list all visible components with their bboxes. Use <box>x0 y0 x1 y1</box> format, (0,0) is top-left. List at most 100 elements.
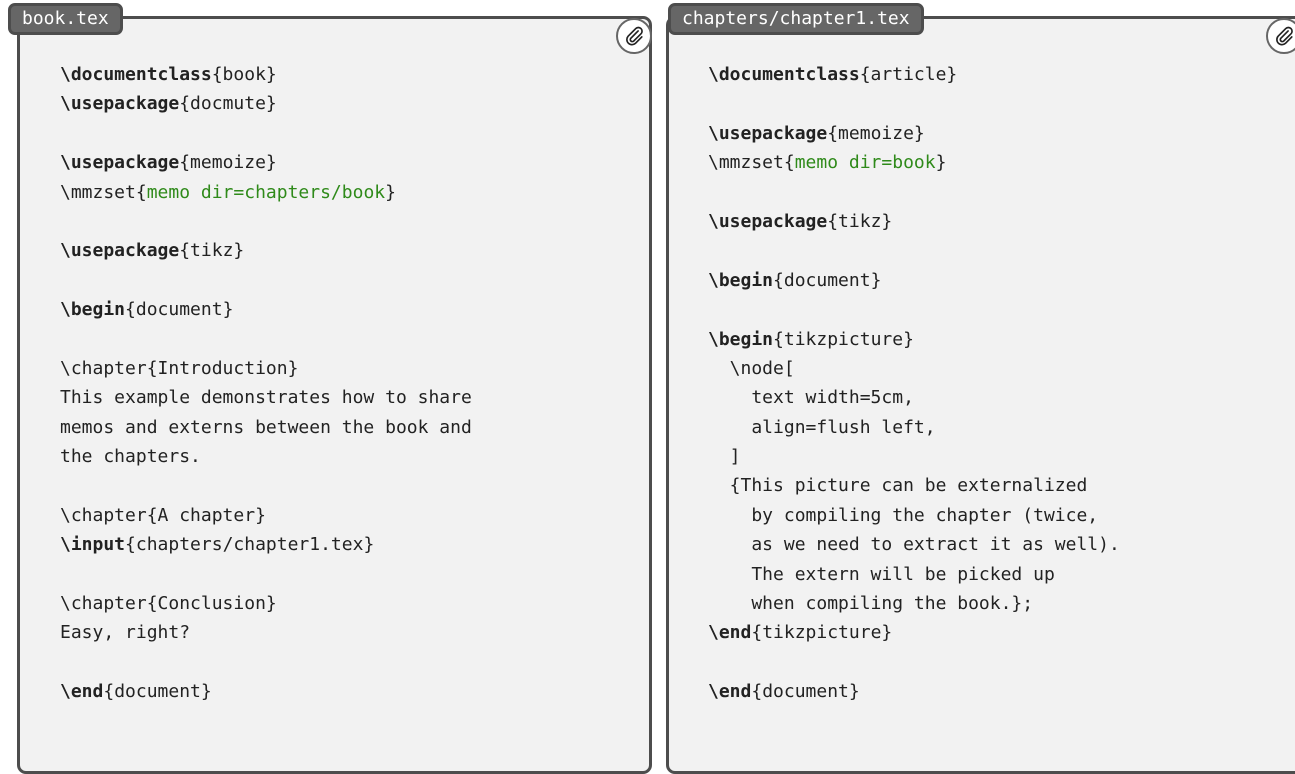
code-option: memo dir=book <box>794 152 936 174</box>
code-text: Easy, right? <box>60 622 191 644</box>
code-line: This example demonstrates how to share <box>60 383 472 412</box>
code-line: \chapter{A chapter} <box>60 501 472 530</box>
paperclip-icon[interactable] <box>1266 18 1295 54</box>
code-line: align=flush left, <box>708 413 1120 442</box>
code-line: \usepackage{memoize} <box>60 148 472 177</box>
code-keyword: \input <box>60 534 126 556</box>
code-line: \usepackage{memoize} <box>708 119 1120 148</box>
code-keyword: \begin <box>708 328 774 350</box>
code-text: {chapters/chapter1.tex} <box>125 534 375 556</box>
code-text: \mmzset{ <box>60 181 147 203</box>
code-text: {document} <box>773 269 882 291</box>
code-text: The extern will be picked up <box>708 563 1055 585</box>
code-line: when compiling the book.}; <box>708 589 1120 618</box>
code-line: the chapters. <box>60 442 472 471</box>
code-line: \documentclass{article} <box>708 60 1120 89</box>
code-keyword: \documentclass <box>708 64 860 85</box>
paperclip-glyph <box>1276 26 1293 46</box>
code-line: \node[ <box>708 354 1120 383</box>
code-text: {This picture can be externalized <box>708 475 1088 497</box>
file-tab-chapter1[interactable]: chapters/chapter1.tex <box>668 3 924 35</box>
code-text: by compiling the chapter (twice, <box>708 504 1099 526</box>
code-text: {tikzpicture} <box>773 328 914 350</box>
code-text: {docmute} <box>179 93 277 115</box>
code-line: \end{document} <box>708 677 1120 706</box>
code-keyword: \usepackage <box>708 210 828 232</box>
code-text: {article} <box>859 64 958 85</box>
code-keyword: \documentclass <box>60 64 212 85</box>
code-text: as we need to extract it as well). <box>708 534 1120 556</box>
code-text: } <box>935 152 947 174</box>
code-text: {tikz} <box>827 210 893 232</box>
code-line: Easy, right? <box>60 618 472 647</box>
code-keyword: \usepackage <box>60 240 180 262</box>
code-text: {book} <box>211 64 277 85</box>
code-line: \chapter{Conclusion} <box>60 589 472 618</box>
code-text: {tikz} <box>179 240 245 262</box>
code-line: \begin{document} <box>60 295 472 324</box>
code-keyword: \begin <box>60 299 126 321</box>
code-line: \begin{document} <box>708 266 1120 295</box>
code-line: by compiling the chapter (twice, <box>708 501 1120 530</box>
code-text: {tikzpicture} <box>751 622 893 644</box>
code-keyword: \end <box>708 622 752 644</box>
code-line: The extern will be picked up <box>708 560 1120 589</box>
file-tab-book[interactable]: book.tex <box>8 3 123 35</box>
paperclip-icon[interactable] <box>616 18 652 54</box>
code-line: ] <box>708 442 1120 471</box>
code-line: \begin{tikzpicture} <box>708 325 1120 354</box>
code-text: {document} <box>103 681 212 703</box>
code-line: \mmzset{memo dir=book} <box>708 148 1120 177</box>
code-text: when compiling the book.}; <box>708 593 1034 615</box>
code-text: \chapter{A chapter} <box>60 504 266 526</box>
code-text: text width=5cm, <box>708 387 914 409</box>
code-line: \end{tikzpicture} <box>708 618 1120 647</box>
code-text: ] <box>708 446 741 468</box>
code-line: \usepackage{docmute} <box>60 89 472 118</box>
code-text: memos and externs between the book and <box>60 416 472 438</box>
paperclip-glyph <box>626 26 643 46</box>
code-text: } <box>385 181 396 203</box>
code-text: \node[ <box>708 357 795 379</box>
code-line: {This picture can be externalized <box>708 471 1120 500</box>
code-line: \usepackage{tikz} <box>60 236 472 265</box>
code-text: the chapters. <box>60 446 201 468</box>
code-keyword: \end <box>60 681 104 703</box>
code-keyword: \usepackage <box>60 152 180 174</box>
code-text: \chapter{Introduction} <box>60 357 299 379</box>
code-line: as we need to extract it as well). <box>708 530 1120 559</box>
code-keyword: \usepackage <box>708 122 828 144</box>
code-text: {memoize} <box>179 152 277 174</box>
code-line: \input{chapters/chapter1.tex} <box>60 530 472 559</box>
code-option: memo dir=chapters/book <box>146 181 386 203</box>
code-line: \usepackage{tikz} <box>708 207 1120 236</box>
code-text: align=flush left, <box>708 416 936 438</box>
code-text: {document} <box>125 299 234 321</box>
code-line: \mmzset{memo dir=chapters/book} <box>60 178 472 207</box>
code-line: \documentclass{book} <box>60 60 472 89</box>
code-keyword: \begin <box>708 269 774 291</box>
code-line: \end{document} <box>60 677 472 706</box>
code-line: memos and externs between the book and <box>60 413 472 442</box>
code-line: \chapter{Introduction} <box>60 354 472 383</box>
code-keyword: \usepackage <box>60 93 180 115</box>
code-text: \mmzset{ <box>708 152 795 174</box>
code-listing-chapter1: \documentclass{article} \usepackage{memoi… <box>708 60 1120 707</box>
code-text: This example demonstrates how to share <box>60 387 472 409</box>
code-text: {memoize} <box>827 122 925 144</box>
code-line: text width=5cm, <box>708 383 1120 412</box>
code-text: \chapter{Conclusion} <box>60 593 277 615</box>
code-keyword: \end <box>708 681 752 703</box>
